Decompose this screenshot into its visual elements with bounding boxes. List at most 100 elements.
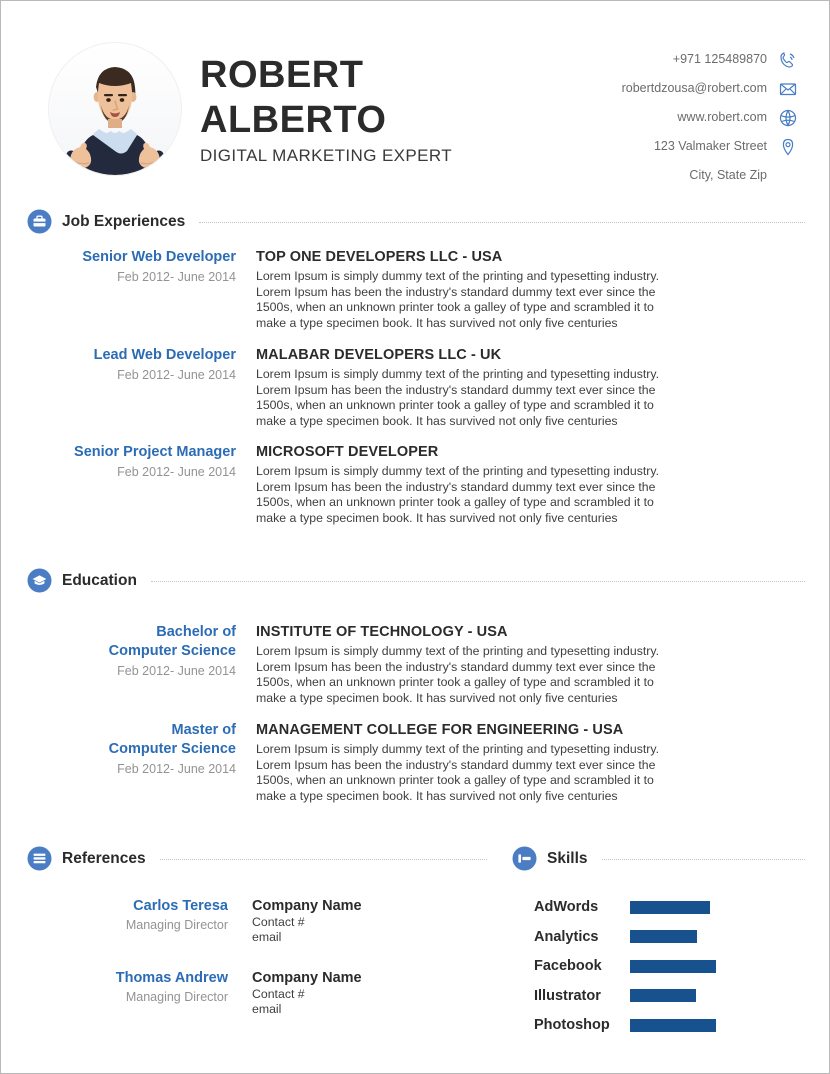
job-entry-right: TOP ONE DEVELOPERS LLC - USA Lorem Ipsum… — [248, 248, 727, 331]
reference-right: Company Name Contact # email — [242, 969, 362, 1017]
reference-role: Managing Director — [125, 990, 228, 1004]
degree-title-line2: Computer Science — [108, 741, 236, 757]
section-title-education: Education — [62, 571, 137, 589]
job-entry: Senior Project Manager Feb 2012- June 20… — [27, 443, 727, 526]
education-description: Lorem Ipsum is simply dummy text of the … — [256, 644, 660, 705]
education-date: Feb 2012- June 2014 — [117, 664, 236, 678]
resume-header: ROBERT ALBERTO DIGITAL MARKETING EXPERT … — [1, 1, 829, 187]
section-title-job-experiences: Job Experiences — [62, 212, 186, 230]
skill-bar-fill — [630, 930, 697, 943]
education-entry-right: MANAGEMENT COLLEGE FOR ENGINEERING - USA… — [248, 721, 727, 804]
spacer-icon — [777, 165, 799, 187]
contact-phone-text: +971 125489870 — [672, 52, 767, 66]
skill-meter-icon — [512, 846, 537, 871]
envelope-icon — [777, 78, 799, 100]
job-date: Feb 2012- June 2014 — [117, 465, 236, 479]
contact-city-text: City, State Zip — [689, 168, 767, 182]
reference-name: Thomas Andrew — [115, 970, 228, 986]
job-organization: TOP ONE DEVELOPERS LLC - USA — [256, 249, 503, 265]
job-title: Lead Web Developer — [93, 347, 236, 363]
reference-email: email — [252, 1002, 282, 1016]
reference-contact: Contact # — [252, 915, 305, 929]
section-header-job-experiences: Job Experiences — [27, 209, 805, 234]
education-date: Feb 2012- June 2014 — [117, 762, 236, 776]
skill-label: Photoshop — [534, 1017, 610, 1033]
list-lines-icon — [27, 846, 52, 871]
education-entry: Master of Computer Science Feb 2012- Jun… — [27, 721, 727, 804]
skill-label: Facebook — [534, 958, 602, 974]
resume-page: ROBERT ALBERTO DIGITAL MARKETING EXPERT … — [0, 0, 830, 1074]
job-date: Feb 2012- June 2014 — [117, 368, 236, 382]
skill-bar-track — [630, 959, 716, 973]
skill-bar-fill — [630, 959, 716, 973]
section-title-skills: Skills — [547, 849, 588, 867]
contact-address-text: 123 Valmaker Street — [653, 139, 767, 153]
reference-name: Carlos Teresa — [133, 898, 228, 914]
education-entry-right: INSTITUTE OF TECHNOLOGY - USA Lorem Ipsu… — [248, 623, 727, 706]
job-date: Feb 2012- June 2014 — [117, 270, 236, 284]
skill-row: Analytics — [534, 927, 697, 947]
education-entry-left: Master of Computer Science Feb 2012- Jun… — [27, 721, 248, 804]
skill-label: AdWords — [534, 899, 599, 915]
contact-block: +971 125489870 robertdzousa@robert.com w… — [499, 47, 799, 192]
reference-right: Company Name Contact # email — [242, 897, 362, 945]
job-title: Senior Web Developer — [82, 249, 236, 265]
skill-bar-track — [630, 930, 697, 943]
job-organization: MICROSOFT DEVELOPER — [256, 444, 439, 460]
degree-title-line2: Computer Science — [108, 643, 236, 659]
job-entry-left: Senior Project Manager Feb 2012- June 20… — [27, 443, 248, 526]
reference-contact: Contact # — [252, 987, 305, 1001]
skill-row: Photoshop — [534, 1015, 716, 1035]
location-pin-icon — [777, 136, 799, 158]
contact-email-text[interactable]: robertdzousa@robert.com — [622, 76, 767, 101]
skill-row: AdWords — [534, 897, 710, 917]
contact-row-phone: +971 125489870 — [499, 47, 799, 72]
contact-row-website[interactable]: www.robert.com — [499, 105, 799, 130]
reference-left: Carlos Teresa Managing Director — [27, 897, 242, 945]
skill-bar-track — [630, 1018, 716, 1032]
reference-company: Company Name — [252, 898, 362, 914]
job-entry-right: MALABAR DEVELOPERS LLC - UK Lorem Ipsum … — [248, 346, 727, 429]
skill-label: Illustrator — [534, 987, 601, 1004]
job-entry: Lead Web Developer Feb 2012- June 2014 M… — [27, 346, 727, 429]
briefcase-icon — [27, 209, 52, 234]
section-divider — [199, 221, 805, 224]
section-header-education: Education — [27, 568, 805, 593]
education-entry: Bachelor of Computer Science Feb 2012- J… — [27, 623, 727, 706]
job-organization: MALABAR DEVELOPERS LLC - UK — [256, 347, 502, 363]
reference-role: Managing Director — [125, 918, 228, 932]
education-organization: MANAGEMENT COLLEGE FOR ENGINEERING - USA — [256, 722, 624, 738]
skill-bar-fill — [630, 900, 710, 914]
degree-title-line1: Master of — [171, 722, 236, 738]
reference-item: Thomas Andrew Managing Director Company … — [27, 969, 487, 1017]
contact-row-address: 123 Valmaker Street — [499, 134, 799, 159]
skill-row: Facebook — [534, 956, 716, 976]
section-divider — [601, 858, 805, 861]
reference-item: Carlos Teresa Managing Director Company … — [27, 897, 487, 945]
education-description: Lorem Ipsum is simply dummy text of the … — [256, 742, 660, 803]
section-title-references: References — [62, 849, 146, 867]
job-entry-left: Lead Web Developer Feb 2012- June 2014 — [27, 346, 248, 429]
avatar — [49, 43, 181, 175]
section-divider — [150, 580, 805, 583]
section-divider — [159, 858, 487, 861]
section-header-references: References — [27, 846, 487, 871]
globe-icon — [777, 107, 799, 129]
job-description: Lorem Ipsum is simply dummy text of the … — [256, 367, 660, 428]
reference-email: email — [252, 930, 282, 944]
skill-row: Illustrator — [534, 986, 696, 1006]
job-title: Senior Project Manager — [74, 444, 236, 460]
skill-bar-fill — [630, 989, 696, 1002]
reference-company: Company Name — [252, 970, 362, 986]
job-description: Lorem Ipsum is simply dummy text of the … — [256, 269, 660, 330]
contact-row-email[interactable]: robertdzousa@robert.com — [499, 76, 799, 101]
skill-bar-fill — [630, 1018, 716, 1032]
education-entry-left: Bachelor of Computer Science Feb 2012- J… — [27, 623, 248, 706]
portrait-photo-icon — [49, 43, 181, 175]
contact-row-city: City, State Zip — [499, 163, 799, 188]
job-entry-left: Senior Web Developer Feb 2012- June 2014 — [27, 248, 248, 331]
contact-website-text[interactable]: www.robert.com — [677, 105, 767, 130]
phone-icon — [777, 49, 799, 71]
skill-bar-track — [630, 989, 696, 1002]
section-header-skills: Skills — [512, 846, 805, 871]
